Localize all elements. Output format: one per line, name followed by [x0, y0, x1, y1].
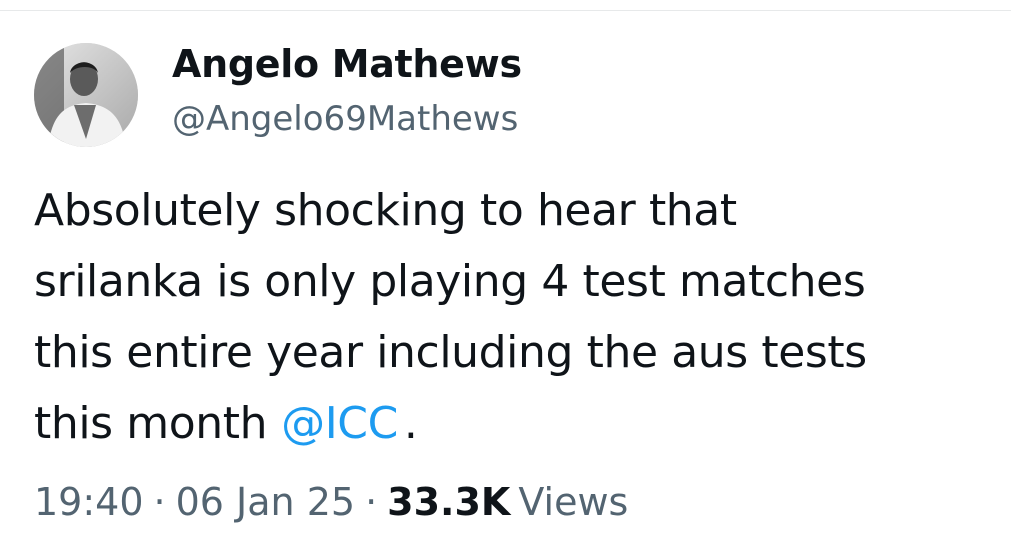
- avatar-photo: [34, 43, 138, 147]
- meta-separator: ·: [365, 480, 378, 524]
- views-count: 33.3K: [387, 480, 511, 524]
- tweet-line: this entire year including the aus tests: [34, 327, 867, 378]
- views-label: Views: [518, 480, 629, 524]
- tweet-line-text: this month: [34, 398, 268, 449]
- tweet-meta: 19:40 · 06 Jan 25 · 33.3K Views: [34, 480, 628, 524]
- meta-separator: ·: [153, 480, 166, 524]
- tweet-trailing-period: .: [403, 398, 418, 449]
- avatar[interactable]: [34, 43, 138, 147]
- tweet-line: srilanka is only playing 4 test matches: [34, 256, 866, 307]
- top-divider: [0, 10, 1011, 11]
- author-display-name[interactable]: Angelo Mathews: [172, 42, 522, 86]
- mention-link-icc[interactable]: @ICC: [281, 398, 398, 449]
- tweet-line: Absolutely shocking to hear that: [34, 185, 737, 236]
- tweet-date[interactable]: 06 Jan 25: [176, 480, 355, 524]
- tweet-text: Absolutely shocking to hear that srilank…: [34, 175, 999, 459]
- author-handle[interactable]: @Angelo69Mathews: [172, 99, 518, 139]
- tweet-time[interactable]: 19:40: [34, 480, 144, 524]
- tweet-line-last: this month @ICC.: [34, 388, 999, 459]
